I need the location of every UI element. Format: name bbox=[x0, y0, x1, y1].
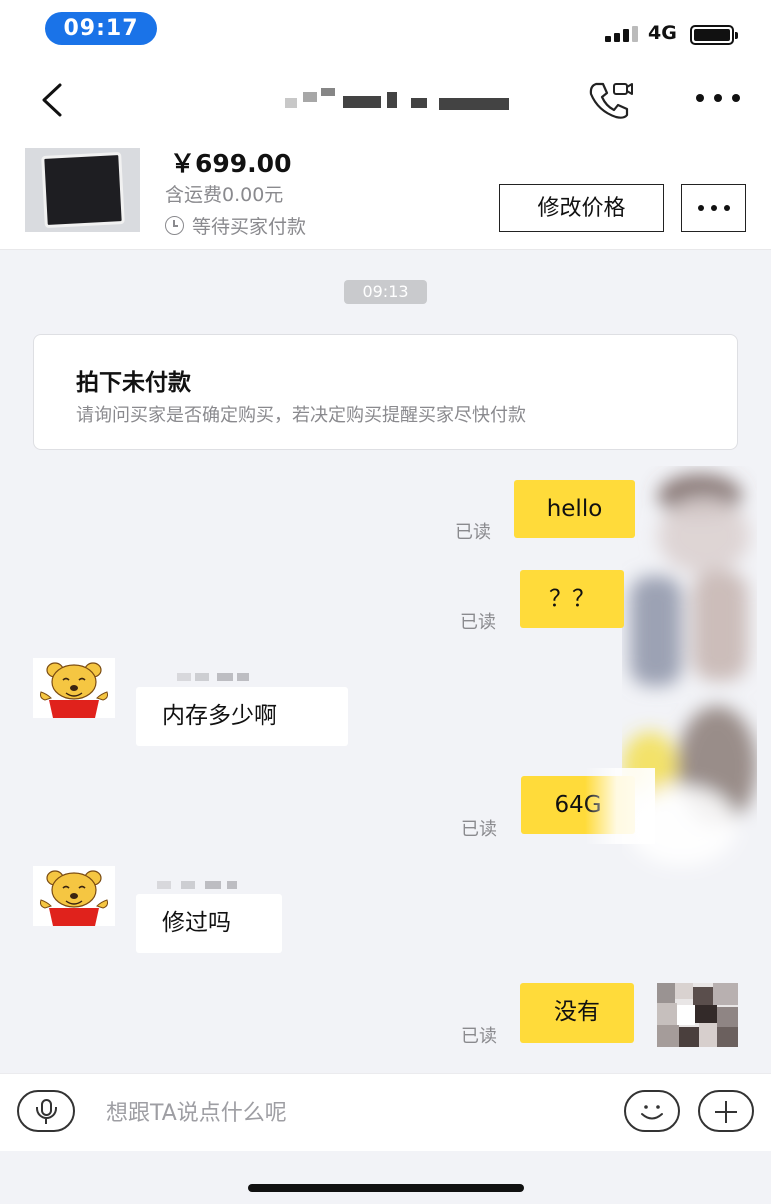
more-actions-button[interactable] bbox=[698, 1090, 754, 1132]
buyer-message-bubble[interactable]: 内存多少啊 bbox=[136, 687, 348, 746]
my-message-bubble[interactable]: hello bbox=[514, 480, 635, 538]
signal-icon bbox=[605, 26, 641, 42]
more-icon[interactable] bbox=[694, 92, 742, 104]
chat-header bbox=[0, 58, 771, 138]
buyer-nickname-redacted bbox=[137, 878, 307, 892]
notice-description: 请询问买家是否确定购买，若决定购买提醒买家尽快付款 bbox=[76, 405, 526, 426]
product-price: ￥699.00 bbox=[170, 149, 292, 178]
status-time: 09:17 bbox=[45, 12, 157, 45]
bear-avatar-icon bbox=[40, 870, 108, 926]
home-indicator[interactable] bbox=[248, 1184, 524, 1192]
bottom-safe-area bbox=[0, 1151, 771, 1204]
contact-name-redacted bbox=[275, 88, 510, 110]
buyer-avatar[interactable] bbox=[33, 866, 115, 926]
card-more-button[interactable] bbox=[681, 184, 746, 232]
battery-icon bbox=[690, 25, 738, 45]
back-icon[interactable] bbox=[38, 82, 68, 118]
read-receipt: 已读 bbox=[455, 522, 491, 543]
status-bar: 09:17 4G bbox=[0, 0, 771, 58]
my-avatar[interactable] bbox=[657, 983, 738, 1047]
emoji-button[interactable] bbox=[624, 1090, 680, 1132]
read-receipt: 已读 bbox=[461, 819, 497, 840]
notice-title: 拍下未付款 bbox=[76, 370, 191, 396]
read-receipt: 已读 bbox=[460, 612, 496, 633]
bear-avatar-icon bbox=[40, 662, 108, 718]
order-notice-card: 拍下未付款 请询问买家是否确定购买，若决定购买提醒买家尽快付款 bbox=[33, 334, 738, 450]
message-input[interactable] bbox=[106, 1096, 586, 1130]
product-thumbnail[interactable] bbox=[25, 148, 140, 232]
product-card[interactable]: ￥699.00 含运费0.00元 等待买家付款 修改价格 bbox=[0, 138, 771, 250]
video-call-icon[interactable] bbox=[584, 78, 636, 120]
buyer-message-bubble[interactable]: 修过吗 bbox=[136, 894, 282, 953]
network-type: 4G bbox=[648, 22, 677, 44]
chat-area[interactable]: 09:13 拍下未付款 请询问买家是否确定购买，若决定购买提醒买家尽快付款 已读… bbox=[0, 250, 771, 1073]
clock-icon bbox=[165, 216, 184, 235]
edit-price-button[interactable]: 修改价格 bbox=[499, 184, 664, 232]
message-input-bar bbox=[0, 1073, 771, 1151]
my-message-bubble[interactable]: 没有 bbox=[520, 983, 634, 1043]
emoji-icon bbox=[641, 1105, 663, 1120]
my-message-bubble[interactable]: ？？ bbox=[520, 570, 624, 628]
order-status: 等待买家付款 bbox=[165, 212, 306, 239]
bubble-blur-overlay bbox=[585, 768, 655, 844]
shipping-fee: 含运费0.00元 bbox=[165, 184, 284, 206]
buyer-nickname-redacted bbox=[137, 670, 307, 684]
voice-input-button[interactable] bbox=[17, 1090, 75, 1132]
order-status-text: 等待买家付款 bbox=[192, 216, 307, 238]
read-receipt: 已读 bbox=[461, 1026, 497, 1047]
buyer-avatar[interactable] bbox=[33, 658, 115, 718]
message-timestamp: 09:13 bbox=[344, 280, 427, 304]
